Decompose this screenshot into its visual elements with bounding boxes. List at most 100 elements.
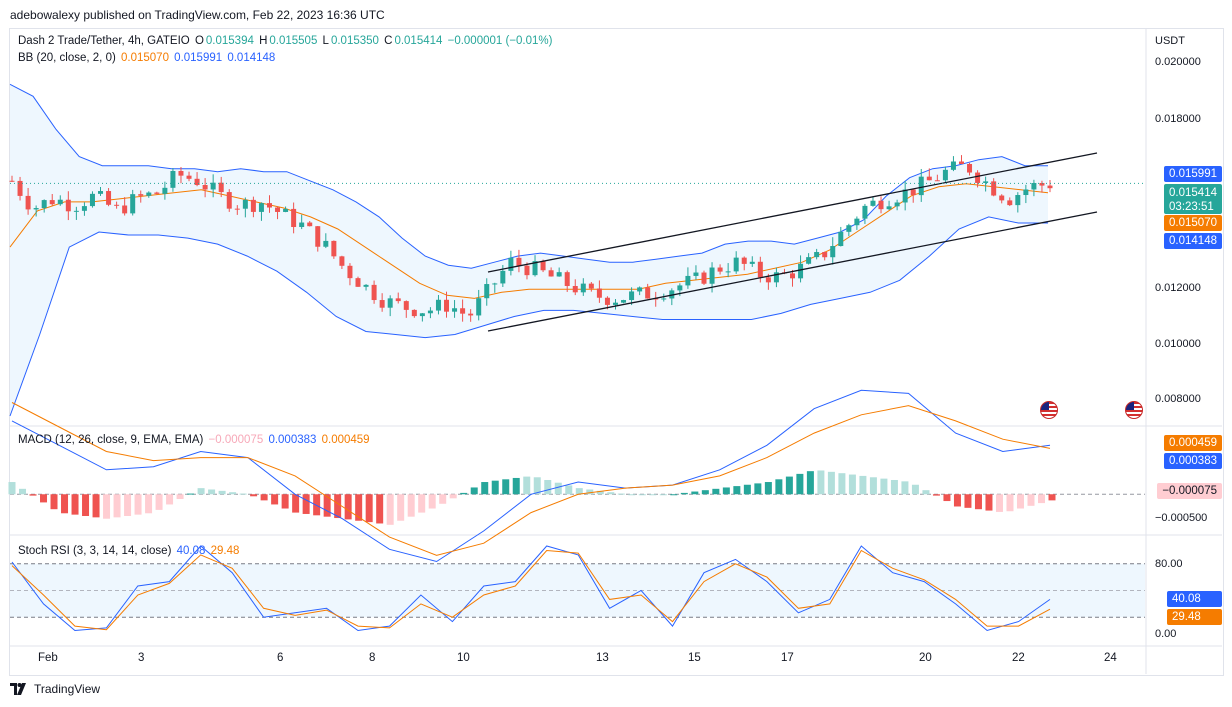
macd-histogram-bar [911, 484, 919, 495]
macd-histogram-bar [428, 494, 436, 509]
stoch-d-value: 29.48 [210, 545, 240, 557]
candle-body [878, 200, 884, 210]
candle-body [106, 191, 112, 205]
candle-body [9, 180, 15, 182]
candle-body [604, 297, 610, 305]
bb-basis-value: 0.015070 [121, 52, 169, 64]
price-tick: 0.020000 [1155, 56, 1201, 68]
candle-body [983, 181, 989, 183]
macd-histogram-bar [733, 486, 741, 495]
macd-histogram-bar [260, 494, 268, 501]
macd-histogram-bar [197, 488, 205, 495]
candle-body [701, 272, 707, 284]
x-tick-label: 20 [919, 652, 932, 664]
candle-body [934, 180, 940, 182]
macd-signal-line [11, 402, 1051, 556]
candle-body [258, 203, 264, 212]
candle-body [98, 191, 104, 194]
macd-histogram-bar [302, 494, 310, 514]
candle-body [460, 308, 466, 314]
symbol-title: Dash 2 Trade/Tether, 4h, GATEIO [18, 35, 190, 47]
candle-body [468, 313, 474, 316]
candle-body [444, 299, 450, 312]
us-flag-event-icon[interactable] [1125, 401, 1143, 419]
candle-body [500, 270, 506, 284]
candle-body [291, 208, 297, 228]
macd-histogram-bar [19, 488, 27, 495]
candle-body [524, 265, 530, 276]
macd-histogram-bar [239, 493, 247, 495]
candle-body [283, 208, 289, 212]
candle-body [596, 288, 602, 298]
candle-body [307, 222, 313, 227]
candle-body [894, 202, 900, 207]
candle-body [25, 195, 31, 210]
candle-body [950, 161, 956, 170]
stoch-tick: 80.00 [1155, 558, 1183, 570]
macd-histogram-bar [1006, 494, 1014, 512]
macd-histogram-bar [502, 479, 510, 495]
macd-histogram-bar [743, 484, 751, 495]
candle-body [331, 240, 337, 257]
candle-body [749, 261, 755, 264]
macd-histogram-bar [166, 494, 174, 505]
macd-tick: −0.000500 [1155, 512, 1208, 524]
candle-body [65, 199, 71, 212]
stoch-k-value: 40.08 [176, 545, 206, 557]
macd-histogram-bar [827, 471, 835, 495]
macd-histogram-bar [806, 471, 814, 495]
x-tick-label: 15 [688, 652, 701, 664]
candle-body [637, 287, 643, 292]
candle-body [218, 182, 224, 193]
candle-body [41, 200, 47, 209]
candle-body [572, 285, 578, 293]
open-label: O [194, 35, 204, 47]
candle-body [612, 302, 618, 305]
stoch-k-tag: 40.08 [1167, 591, 1222, 607]
tradingview-footer[interactable]: TradingView [10, 682, 100, 696]
macd-histogram-bar [796, 473, 804, 495]
tradingview-brand: TradingView [34, 682, 101, 696]
macd-histogram-bar [512, 477, 520, 495]
close-label: C [384, 35, 393, 47]
macd-label: MACD (12, 26, close, 9, EMA, EMA) [18, 434, 204, 446]
macd-histogram-bar [1016, 494, 1024, 509]
candle-body [870, 200, 876, 206]
macd-histogram-bar [134, 494, 142, 515]
macd-histogram-bar [754, 483, 762, 495]
candle-body [363, 284, 369, 287]
us-flag-event-icon[interactable] [1040, 401, 1058, 419]
stoch-tick: 0.00 [1155, 628, 1177, 640]
bb-lower-value: 0.014148 [227, 52, 276, 64]
macd-histogram-bar [71, 494, 79, 515]
macd-histogram-bar [376, 494, 384, 524]
candle-body [476, 298, 482, 316]
candle-body [741, 257, 747, 264]
candle-body [202, 185, 208, 190]
candle-body [830, 246, 836, 258]
candle-body [154, 192, 160, 194]
close-value: 0.015414 [394, 35, 443, 47]
candle-body [999, 195, 1005, 201]
candle-body [765, 277, 771, 283]
candle-body [57, 199, 63, 205]
candle-body [580, 283, 586, 293]
macd-signal-value: 0.000459 [321, 434, 370, 446]
macd-histogram-bar [92, 494, 100, 518]
macd-legend: MACD (12, 26, close, 9, EMA, EMA) −0.000… [18, 434, 372, 446]
candle-body [435, 299, 441, 311]
candle-body [146, 192, 152, 196]
candle-body [588, 283, 594, 289]
macd-hist-value: −0.000075 [208, 434, 264, 446]
candle-body [621, 300, 627, 303]
chart-svg[interactable] [0, 0, 1232, 707]
macd-histogram-bar [271, 494, 279, 505]
macd-histogram-bar [691, 491, 699, 495]
x-tick-label: 13 [596, 652, 609, 664]
x-tick-label: 8 [369, 652, 376, 664]
macd-histogram-bar [124, 494, 132, 516]
macd-histogram-bar [890, 479, 898, 495]
macd-histogram-bar [985, 494, 993, 511]
candle-body [1031, 183, 1037, 190]
candle-body [725, 271, 731, 273]
